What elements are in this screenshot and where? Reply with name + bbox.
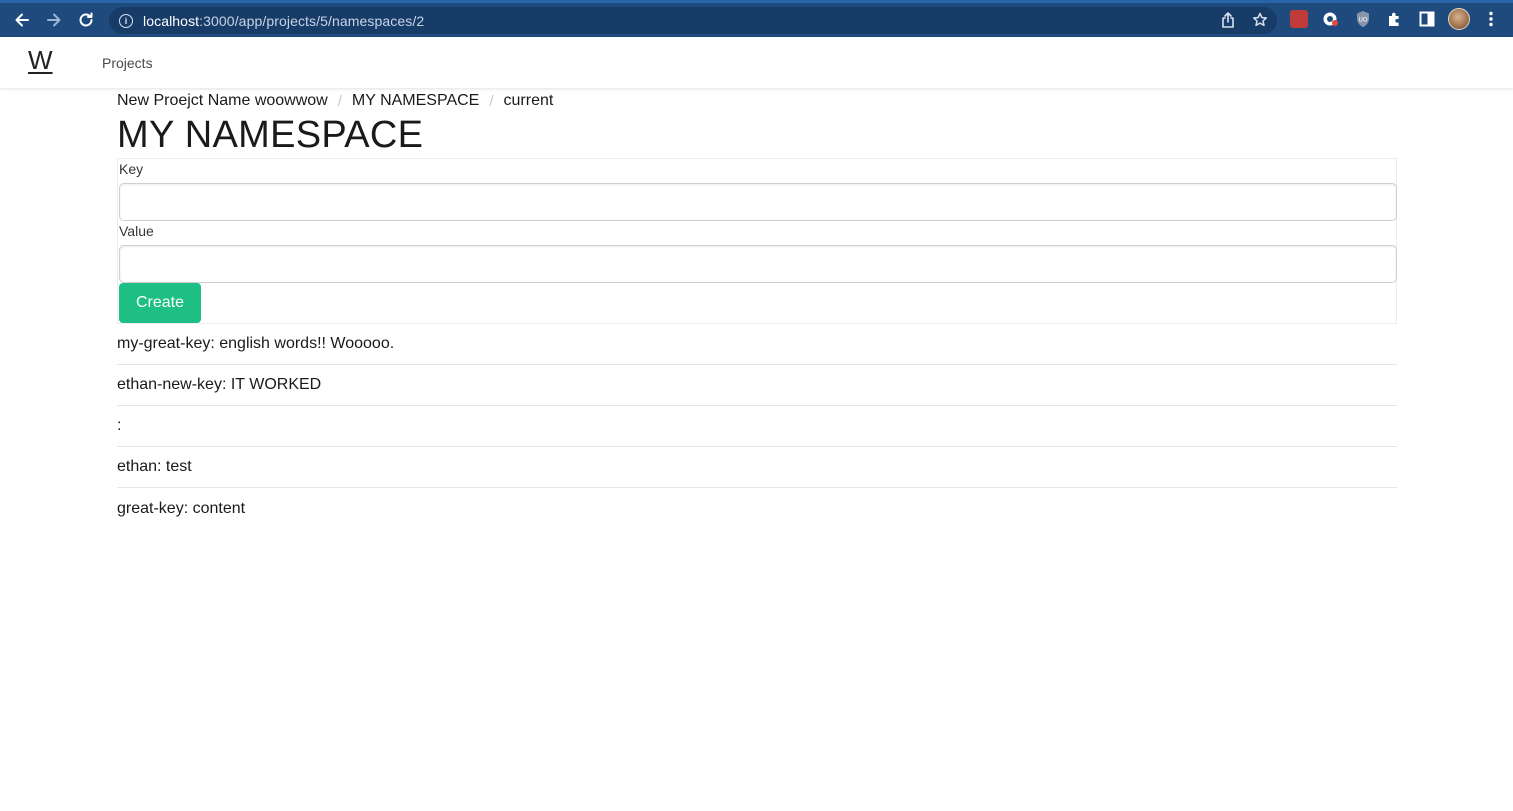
nav-link-projects[interactable]: Projects bbox=[102, 55, 153, 71]
svg-text:UO: UO bbox=[1358, 17, 1367, 24]
page-title: MY NAMESPACE bbox=[117, 114, 424, 156]
arrow-right-icon bbox=[47, 13, 61, 27]
url-host: localhost bbox=[143, 12, 200, 29]
forward-button[interactable] bbox=[38, 4, 70, 36]
profile-avatar[interactable] bbox=[1448, 8, 1470, 30]
back-button[interactable] bbox=[6, 4, 38, 36]
breadcrumb-item-namespace[interactable]: MY NAMESPACE bbox=[352, 92, 479, 110]
extensions-puzzle-icon[interactable] bbox=[1384, 8, 1406, 30]
site-info-icon[interactable]: i bbox=[119, 13, 133, 28]
list-item: my-great-key: english words!! Wooooo. bbox=[117, 324, 1397, 365]
reload-icon bbox=[79, 12, 93, 27]
value-label: Value bbox=[119, 223, 154, 239]
extension-circle-icon[interactable] bbox=[1320, 8, 1342, 30]
entries-list: my-great-key: english words!! Wooooo. et… bbox=[117, 324, 1397, 529]
browser-menu-icon[interactable] bbox=[1480, 8, 1502, 30]
value-input[interactable] bbox=[119, 245, 1397, 283]
address-url[interactable]: localhost:3000/app/projects/5/namespaces… bbox=[143, 13, 424, 29]
address-bar[interactable]: i localhost:3000/app/projects/5/namespac… bbox=[109, 7, 1277, 34]
arrow-left-icon bbox=[15, 13, 29, 27]
breadcrumb-separator: / bbox=[489, 92, 494, 110]
key-input[interactable] bbox=[119, 183, 1397, 221]
main-content: New Proejct Name woowwow / MY NAMESPACE … bbox=[117, 88, 1397, 529]
list-item: great-key: content bbox=[117, 499, 246, 517]
share-icon[interactable] bbox=[1219, 11, 1237, 29]
brand-logo[interactable]: W bbox=[28, 45, 53, 76]
extension-shield-icon[interactable]: UO bbox=[1352, 8, 1374, 30]
app-navbar: W Projects bbox=[0, 37, 1513, 88]
reload-button[interactable] bbox=[70, 4, 102, 36]
breadcrumb-item-project[interactable]: New Proejct Name woowwow bbox=[117, 92, 328, 110]
breadcrumb-separator: / bbox=[337, 92, 342, 110]
create-entry-form: Key Value Create bbox=[117, 158, 1397, 324]
bookmark-star-icon[interactable] bbox=[1251, 11, 1269, 29]
list-item: ethan: test bbox=[117, 447, 1397, 488]
browser-toolbar: i localhost:3000/app/projects/5/namespac… bbox=[0, 0, 1513, 37]
key-label: Key bbox=[119, 161, 144, 177]
breadcrumb: New Proejct Name woowwow / MY NAMESPACE … bbox=[117, 91, 1397, 111]
breadcrumb-item-current: current bbox=[503, 92, 554, 109]
url-path: :3000/app/projects/5/namespaces/2 bbox=[199, 12, 425, 29]
list-item: ethan-new-key: IT WORKED bbox=[117, 365, 1397, 406]
side-panel-icon[interactable] bbox=[1416, 8, 1438, 30]
list-item: : bbox=[117, 406, 1397, 447]
create-button[interactable]: Create bbox=[119, 283, 201, 323]
extension-red-icon[interactable] bbox=[1288, 8, 1310, 30]
